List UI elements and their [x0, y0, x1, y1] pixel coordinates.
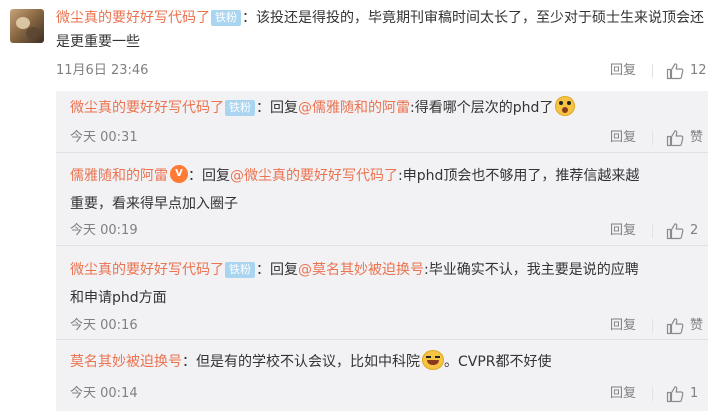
mention-link[interactable]: @莫名其妙被迫换号: [298, 262, 424, 278]
vip-badge-icon: [170, 165, 188, 183]
reply-item: 儒雅随和的阿雷：回复@微尘真的要好好写代码了:申phd顶会也不够用了，推荐信越来…: [56, 153, 708, 246]
thumbs-up-icon: [666, 63, 684, 80]
meta-divider: [652, 224, 653, 238]
reply-time: 今天 00:16: [70, 318, 138, 333]
reply-button[interactable]: 回复: [610, 384, 636, 404]
reply-meta: 今天 00:16 回复 赞: [70, 316, 703, 336]
reply-list: 微尘真的要好好写代码了 铁粉 ：回复@儒雅随和的阿雷:得看哪个层次的phd了 今天 …: [56, 91, 708, 411]
reply-colon: ：: [182, 354, 196, 370]
reply-meta: 今天 00:14 回复 1: [70, 384, 700, 404]
reply-colon: ：: [256, 262, 270, 278]
reply-body: 莫名其妙被迫换号：但是有的学校不认会议，比如中科院 。CVPR都不好使: [70, 348, 640, 376]
like-button[interactable]: 赞: [666, 316, 706, 336]
reply-text: 但是有的学校不认会议，比如中科院: [196, 354, 420, 370]
reply-button[interactable]: 回复: [610, 221, 636, 241]
reply-button[interactable]: 回复: [610, 128, 636, 148]
meta-divider: [652, 387, 653, 401]
meta-divider: [652, 131, 653, 145]
reply-username[interactable]: 儒雅随和的阿雷: [70, 168, 168, 184]
reply-item: 莫名其妙被迫换号：但是有的学校不认会议，比如中科院 。CVPR都不好使 今天 00…: [56, 340, 708, 411]
reply-meta: 今天 00:19 回复 2: [70, 221, 700, 241]
reply-meta: 今天 00:31 回复 赞: [70, 128, 703, 148]
like-count: 12: [690, 63, 707, 78]
reply-body: 微尘真的要好好写代码了 铁粉 ：回复@莫名其妙被迫换号:毕业确实不认，我主要是说的应…: [70, 256, 640, 312]
like-count: 2: [690, 223, 699, 238]
like-button[interactable]: 赞: [666, 128, 706, 148]
reply-time: 今天 00:31: [70, 130, 138, 145]
comment-thread: 微尘真的要好好写代码了 铁粉 ：该投还是得投的，毕竟期刊审稿时间太长了，至少对于硕士…: [0, 0, 720, 411]
like-count: 1: [690, 386, 699, 401]
mention-link[interactable]: @儒雅随和的阿雷: [298, 100, 410, 116]
like-label: 赞: [690, 318, 704, 333]
laugh-cry-icon: [422, 350, 444, 370]
reply-item: 微尘真的要好好写代码了 铁粉 ：回复@儒雅随和的阿雷:得看哪个层次的phd了 今天 …: [56, 91, 708, 153]
meta-divider: [652, 64, 653, 78]
reply-text: :得看哪个层次的phd了: [410, 100, 554, 116]
reply-prefix: 回复: [270, 100, 298, 116]
like-button[interactable]: 12: [666, 61, 710, 81]
reply-username[interactable]: 微尘真的要好好写代码了: [70, 262, 224, 278]
like-button[interactable]: 1: [666, 384, 706, 404]
reply-item: 微尘真的要好好写代码了 铁粉 ：回复@莫名其妙被迫换号:毕业确实不认，我主要是说的应…: [56, 246, 708, 340]
reply-prefix: 回复: [202, 168, 230, 184]
reply-time: 今天 00:19: [70, 223, 138, 238]
comment-body: 微尘真的要好好写代码了 铁粉 ：该投还是得投的，毕竟期刊审稿时间太长了，至少对于硕士…: [56, 6, 706, 54]
mention-link[interactable]: @微尘真的要好好写代码了: [230, 168, 398, 184]
reply-time: 今天 00:14: [70, 386, 138, 401]
avatar[interactable]: [10, 9, 44, 43]
comment-time: 11月6日 23:46: [56, 63, 149, 78]
comment-meta: 11月6日 23:46 回复 12: [56, 61, 707, 81]
fan-badge: 铁粉: [225, 100, 255, 116]
reply-body: 微尘真的要好好写代码了 铁粉 ：回复@儒雅随和的阿雷:得看哪个层次的phd了: [70, 94, 640, 122]
reply-colon: ：: [256, 100, 270, 116]
like-label: 赞: [690, 130, 704, 145]
comment-username[interactable]: 微尘真的要好好写代码了: [56, 10, 210, 26]
thumbs-up-icon: [666, 318, 684, 335]
reply-body: 儒雅随和的阿雷：回复@微尘真的要好好写代码了:申phd顶会也不够用了，推荐信越来…: [70, 162, 640, 218]
shock-face-icon: [555, 96, 576, 116]
fan-badge: 铁粉: [225, 262, 255, 278]
reply-prefix: 回复: [270, 262, 298, 278]
thumbs-up-icon: [666, 386, 684, 403]
reply-colon: ：: [188, 168, 202, 184]
reply-username[interactable]: 微尘真的要好好写代码了: [70, 100, 224, 116]
reply-button[interactable]: 回复: [610, 61, 636, 81]
fan-badge: 铁粉: [211, 10, 241, 26]
reply-username[interactable]: 莫名其妙被迫换号: [70, 354, 182, 370]
meta-divider: [652, 319, 653, 333]
thumbs-up-icon: [666, 130, 684, 147]
reply-button[interactable]: 回复: [610, 316, 636, 336]
reply-text-after: 。CVPR都不好使: [444, 354, 552, 370]
thumbs-up-icon: [666, 223, 684, 240]
like-button[interactable]: 2: [666, 221, 706, 241]
